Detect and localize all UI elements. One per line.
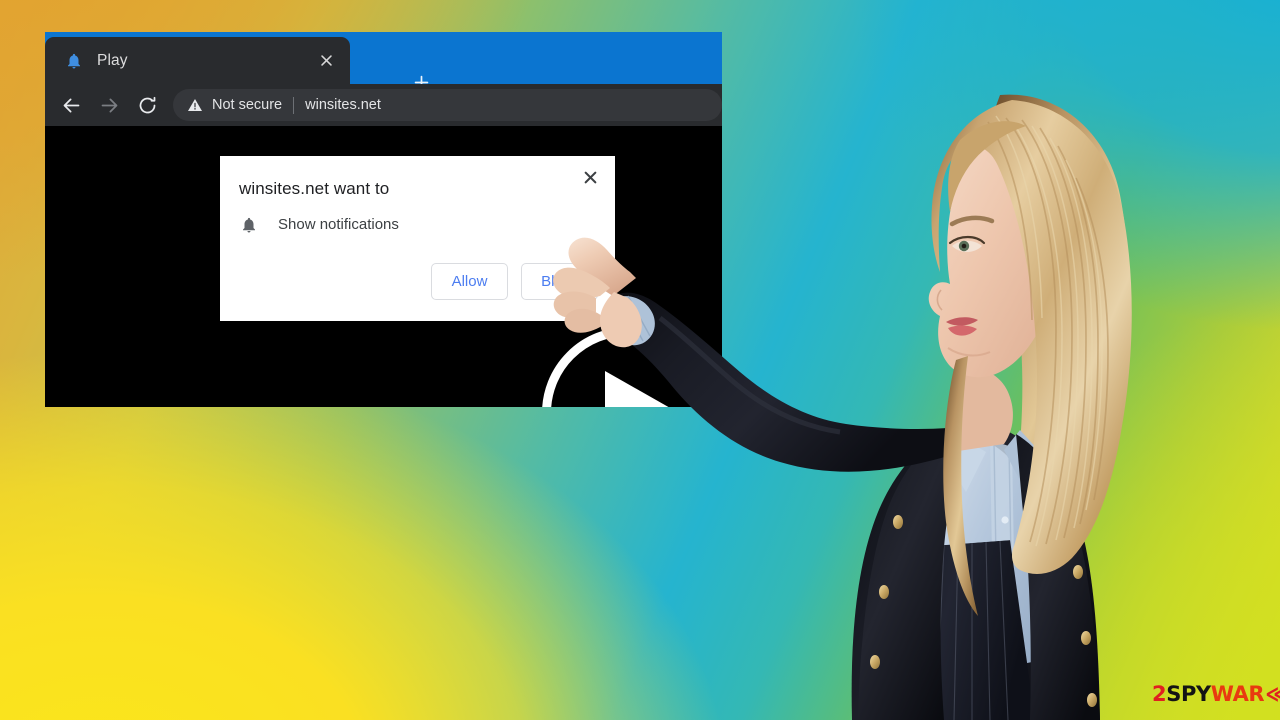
block-button[interactable]: Block xyxy=(521,263,598,300)
screenshot-root: Play Not secure winsites.net winsites.ne… xyxy=(0,0,1280,720)
dialog-bell-icon xyxy=(239,215,258,234)
address-bar-separator xyxy=(293,96,295,114)
dialog-close-icon[interactable] xyxy=(577,164,603,190)
browser-window: Play Not secure winsites.net winsites.ne… xyxy=(45,32,722,407)
browser-tab-play[interactable]: Play xyxy=(45,37,350,84)
address-bar[interactable]: Not secure winsites.net xyxy=(173,89,722,121)
tab-favicon-bell-icon xyxy=(65,52,83,70)
forward-button[interactable] xyxy=(95,91,123,119)
reload-button[interactable] xyxy=(133,91,161,119)
tab-title-label: Play xyxy=(97,51,128,69)
watermark-2spyware: 2 SPY WAR ≪ xyxy=(1152,681,1280,707)
video-play-icon[interactable] xyxy=(542,327,714,407)
watermark-part-spy: SPY xyxy=(1166,682,1211,706)
dialog-actions: Allow Block xyxy=(431,263,598,300)
dialog-permission-label: Show notifications xyxy=(278,216,399,233)
watermark-part-war: WAR xyxy=(1210,682,1265,706)
watermark-part-2: 2 xyxy=(1152,682,1167,706)
warning-triangle-icon xyxy=(187,97,203,113)
browser-tab-strip: Play xyxy=(45,32,722,89)
play-triangle xyxy=(605,371,679,407)
browser-toolbar: Not secure winsites.net xyxy=(45,84,722,126)
dialog-title: winsites.net want to xyxy=(239,179,390,198)
address-bar-url: winsites.net xyxy=(305,97,381,113)
notification-permission-dialog: winsites.net want to Show notifications … xyxy=(220,156,615,321)
watermark-part-e: ≪ xyxy=(1265,682,1280,706)
back-button[interactable] xyxy=(57,91,85,119)
allow-button[interactable]: Allow xyxy=(431,263,508,300)
tab-close-icon[interactable] xyxy=(316,50,336,70)
dialog-permission-row: Show notifications xyxy=(239,215,399,234)
security-status-label: Not secure xyxy=(212,97,283,113)
